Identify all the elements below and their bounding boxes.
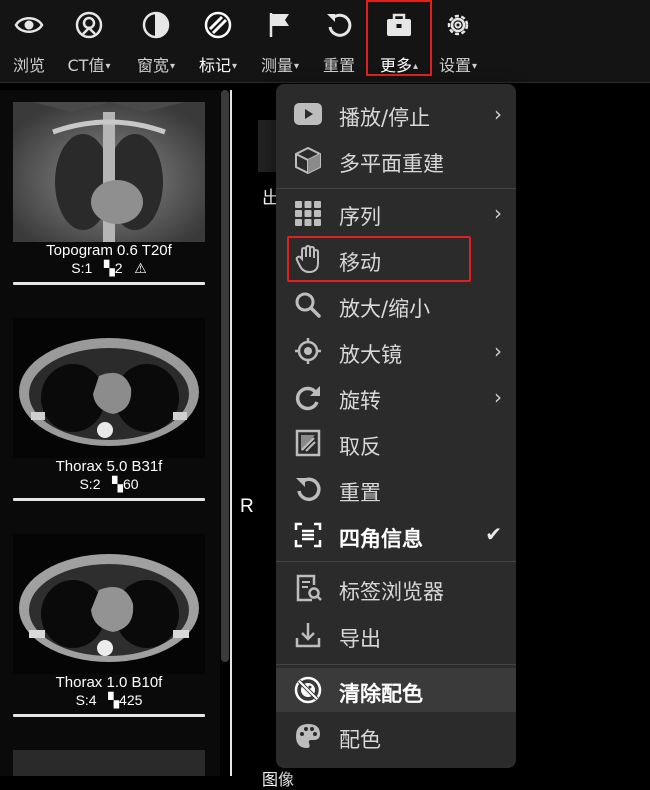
briefcase-icon [387,13,411,36]
highlight-box [287,236,471,282]
cube-icon [295,146,321,174]
images-count-icon: ▚ [103,260,115,276]
export-icon [295,623,321,648]
thorax-axial-image [13,534,205,674]
series-progress-bar [13,282,205,285]
series-thumbnail[interactable]: Thorax 5.0 B31f S:2 ▚60 [13,318,205,501]
toolbar-ct-value-button[interactable]: CT值▾ [58,0,120,82]
eye-icon [14,17,44,33]
thorax-axial-image [13,318,205,458]
menu-item-clear-palette[interactable]: 清除配色 [276,668,516,712]
toolbar: 浏览 CT值▾ 窗宽▾ 标记▾ 测量▾ 重置 更多▴ 设置▾ [0,0,650,83]
menu-item-palette[interactable]: 配色 [276,714,516,758]
images-count-icon: ▚ [112,476,123,492]
toolbar-more-button[interactable]: 更多▴ [366,0,432,76]
annotate-icon [204,11,232,39]
reset-icon [327,13,352,37]
menu-item-corner-info[interactable]: 四角信息 ✔ [276,513,516,557]
menu-item-play-stop[interactable]: 播放/停止 › [276,92,516,136]
menu-item-magnifier[interactable]: 放大镜 › [276,329,516,373]
gear-icon [447,14,469,36]
submenu-arrow-icon: › [494,201,502,225]
toolbar-settings-button[interactable]: 设置▾ [432,0,484,82]
menu-item-tag-browser[interactable]: 标签浏览器 [276,566,516,610]
images-count-icon: ▚ [108,692,120,708]
redacted-text [258,120,276,172]
menu-item-rotate[interactable]: 旋转 › [276,375,516,419]
menu-separator [276,188,516,189]
series-meta: S:4 ▚425 [75,692,143,708]
submenu-arrow-icon: › [494,102,502,126]
toolbar-browse-button[interactable]: 浏览 [6,0,52,82]
series-title: Topogram 0.6 T20f [46,242,172,259]
toolbar-reset-button[interactable]: 重置 [316,0,362,82]
tag-browser-icon [296,574,322,602]
series-progress-bar [13,498,205,501]
more-dropdown-menu: 播放/停止 › 多平面重建 序列 › 移动 放大/缩小 放大镜 › 旋转 › 取… [276,84,516,768]
invert-icon [295,429,321,457]
grid-icon [295,201,321,226]
palette-icon [296,724,320,748]
zoom-icon [295,292,321,318]
menu-item-series[interactable]: 序列 › [276,191,516,235]
series-thumbnail[interactable]: Thorax 1.0 B10f S:4 ▚425 [13,534,205,717]
menu-separator [276,664,516,665]
topogram-image [13,102,205,242]
orientation-label: R [240,496,254,517]
menu-separator [276,561,516,562]
clear-palette-icon [294,676,322,704]
series-panel-scrollbar[interactable] [221,90,229,662]
flag-icon [269,13,289,37]
series-thumbnail[interactable]: Topogram 0.6 T20f S:1 ▚2 ⚠ [13,102,205,285]
series-meta: S:2 ▚60 [79,476,139,492]
checkmark-icon: ✔ [485,522,502,546]
submenu-arrow-icon: › [494,339,502,363]
rotate-icon [295,386,320,411]
viewport-bottom-text: 图像 [262,770,295,789]
play-icon [294,103,322,125]
menu-item-zoom[interactable]: 放大/缩小 [276,283,516,327]
series-panel: Topogram 0.6 T20f S:1 ▚2 ⚠ Thorax 5.0 B3… [0,90,220,776]
submenu-arrow-icon: › [494,385,502,409]
toolbar-measure-button[interactable]: 测量▾ [252,0,308,82]
series-meta: S:1 ▚2 ⚠ [71,260,147,276]
toolbar-annotate-button[interactable]: 标记▾ [190,0,246,82]
menu-item-export[interactable]: 导出 [276,613,516,657]
toolbar-window-button[interactable]: 窗宽▾ [128,0,184,82]
series-thumbnail-partial[interactable] [13,750,205,776]
contrast-icon [142,11,170,39]
series-progress-bar [13,714,205,717]
magnifier-target-icon [295,338,321,364]
menu-item-reset[interactable]: 重置 [276,467,516,511]
series-title: Thorax 5.0 B31f [55,458,163,475]
warning-icon: ⚠ [134,260,147,276]
reset-icon [296,477,321,501]
menu-item-invert[interactable]: 取反 [276,421,516,465]
series-title: Thorax 1.0 B10f [55,674,163,691]
ct-value-icon [75,11,103,39]
menu-item-mpr[interactable]: 多平面重建 [276,138,516,182]
corner-info-icon [294,522,322,548]
